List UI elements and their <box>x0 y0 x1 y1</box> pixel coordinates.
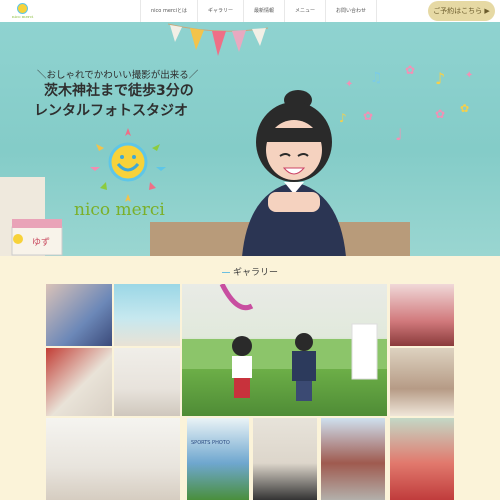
svg-text:✿: ✿ <box>435 107 445 121</box>
site-logo[interactable]: nico merci <box>10 3 38 20</box>
svg-text:✿: ✿ <box>363 109 373 123</box>
gallery-photo[interactable] <box>390 418 454 500</box>
svg-text:♫: ♫ <box>370 70 383 86</box>
gallery-section-header: ギャラリー <box>0 256 500 284</box>
site-header: nico merci nico merciとは ギャラリー 最新情報 メニュー … <box>0 0 500 22</box>
hero-banner: ＼おしゃれでかわいい撮影が出来る／ 茨木神社まで徒歩3分の レンタルフォトスタジ… <box>0 22 500 256</box>
gallery-photo[interactable] <box>114 348 180 416</box>
gallery-photo[interactable] <box>321 418 385 500</box>
brand-logo-text: nico merci <box>74 200 165 220</box>
clapper-board-prop: ゆず <box>11 219 63 256</box>
nav-item-news[interactable]: 最新情報 <box>244 0 286 22</box>
logo-text: nico merci <box>12 14 34 19</box>
clapper-text: ゆず <box>32 237 50 248</box>
nav-item-contact[interactable]: お問い合わせ <box>326 0 378 22</box>
svg-text:✿: ✿ <box>405 63 415 77</box>
gallery-title: ギャラリー <box>0 265 500 278</box>
child-portrait <box>242 90 346 256</box>
hero-lead-text: ＼おしゃれでかわいい撮影が出来る／ <box>37 70 199 81</box>
gallery-photo[interactable] <box>390 284 454 346</box>
svg-text:♪: ♪ <box>435 69 445 88</box>
gallery-photo[interactable] <box>46 284 112 346</box>
sports-photo-scene <box>182 284 387 401</box>
gallery-photo[interactable] <box>390 348 454 416</box>
svg-text:✿: ✿ <box>460 102 469 115</box>
nav-item-menu[interactable]: メニュー <box>285 0 327 22</box>
gallery-photo[interactable]: SPORTS PHOTO <box>187 418 249 500</box>
gallery-photo[interactable] <box>253 418 317 500</box>
gallery-photo[interactable] <box>46 418 180 500</box>
hero-title-line2: レンタルフォトスタジオ <box>34 103 188 119</box>
gallery-photo[interactable] <box>46 348 112 416</box>
gallery-photo[interactable] <box>114 284 180 346</box>
main-nav: nico merciとは ギャラリー 最新情報 メニュー お問い合わせ <box>140 0 378 22</box>
gallery-photo-featured[interactable] <box>182 284 387 416</box>
nav-item-about[interactable]: nico merciとは <box>140 0 198 22</box>
bunting-decoration <box>168 23 268 56</box>
svg-text:♩: ♩ <box>395 125 403 142</box>
reserve-button[interactable]: ご予約はこちら ▶ <box>428 1 495 21</box>
sports-photo-sign: SPORTS PHOTO <box>191 440 230 446</box>
sun-smile-icon <box>17 3 28 14</box>
svg-text:✦: ✦ <box>465 70 473 81</box>
hero-title-line1: 茨木神社まで徒歩3分の <box>44 83 194 99</box>
nav-item-gallery[interactable]: ギャラリー <box>198 0 245 22</box>
